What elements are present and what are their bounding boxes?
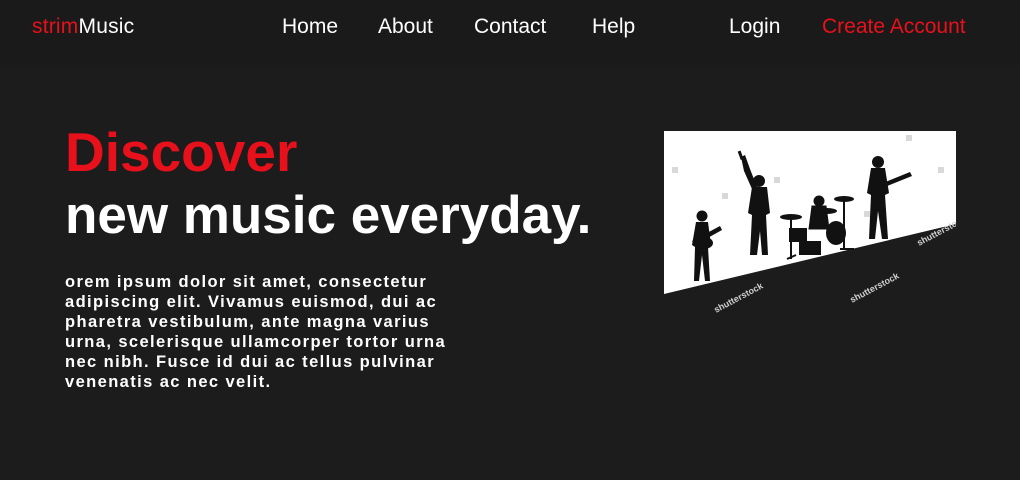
- nav-home-link[interactable]: Home: [282, 15, 338, 39]
- brand-accent: strim: [32, 15, 79, 38]
- nav-contact-link[interactable]: Contact: [474, 15, 546, 39]
- hero-headline-accent: Discover: [65, 121, 298, 183]
- create-account-link[interactable]: Create Account: [822, 15, 966, 39]
- login-link[interactable]: Login: [729, 15, 780, 39]
- hero-headline-main: new music everyday.: [65, 186, 592, 245]
- nav-about-link[interactable]: About: [378, 15, 433, 39]
- nav-help-link[interactable]: Help: [592, 15, 635, 39]
- brand-name: Music: [78, 15, 135, 38]
- brand-logo[interactable]: strimMusic: [32, 15, 134, 39]
- hero-description: orem ipsum dolor sit amet, consectetur a…: [65, 273, 447, 391]
- band-silhouette-image: shutterstock shutterstock shutterstock: [664, 131, 956, 321]
- navbar: strimMusic Home About Contact Help Login…: [0, 0, 1020, 65]
